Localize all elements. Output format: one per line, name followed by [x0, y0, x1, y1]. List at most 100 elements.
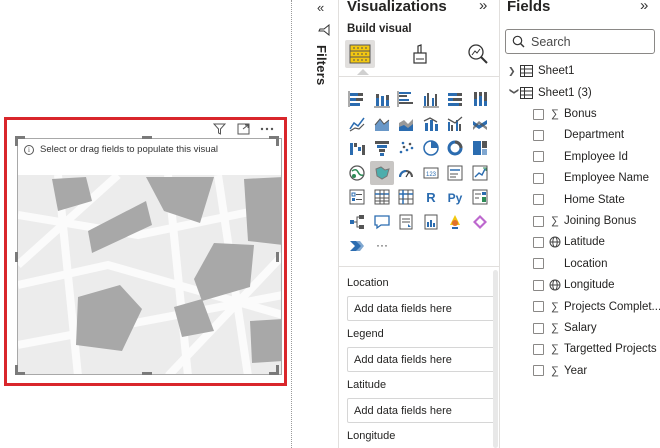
field-item[interactable]: Latitude — [533, 234, 605, 250]
gauge-icon[interactable] — [394, 161, 419, 186]
fields-search-input[interactable]: Search — [505, 29, 655, 54]
power-automate-icon[interactable] — [345, 234, 370, 259]
stacked-column-chart-icon[interactable] — [370, 87, 395, 112]
card-icon[interactable]: 123 — [419, 161, 444, 186]
field-checkbox[interactable] — [533, 215, 544, 227]
power-apps-icon[interactable] — [468, 210, 493, 235]
map-icon[interactable] — [345, 161, 370, 186]
field-item[interactable]: Home State — [533, 192, 625, 208]
resize-handle-right[interactable] — [276, 252, 279, 262]
field-checkbox[interactable] — [533, 151, 544, 163]
line-and-stacked-column-chart-icon[interactable] — [419, 112, 444, 137]
resize-handle-bottom-left-v[interactable] — [15, 365, 18, 375]
field-checkbox[interactable] — [533, 172, 544, 184]
field-item[interactable]: Employee Id — [533, 149, 628, 165]
field-checkbox[interactable] — [533, 194, 544, 206]
python-visual-icon[interactable]: Py — [443, 185, 468, 210]
field-item[interactable]: ∑ Projects Complet... — [533, 299, 660, 315]
multi-row-card-icon[interactable] — [443, 161, 468, 186]
matrix-icon[interactable] — [394, 185, 419, 210]
analytics-tab[interactable] — [463, 40, 493, 68]
field-item[interactable]: Department — [533, 127, 624, 143]
filters-label[interactable]: Filters — [314, 45, 329, 85]
field-item[interactable]: Location — [533, 256, 607, 272]
chevron-right-icon[interactable]: ❯ — [508, 66, 520, 77]
build-visual-label: Build visual — [347, 23, 412, 35]
well-label: Location — [347, 277, 389, 289]
field-checkbox[interactable] — [533, 129, 544, 141]
map-visual[interactable]: i Select or drag fields to populate this… — [4, 117, 287, 386]
resize-handle-bottom[interactable] — [142, 372, 152, 375]
field-checkbox[interactable] — [533, 322, 544, 334]
r-script-visual-icon[interactable]: R — [419, 185, 444, 210]
collapse-visualizations-button[interactable]: » — [479, 0, 487, 14]
resize-handle-left[interactable] — [15, 252, 18, 262]
filter-icon[interactable] — [212, 122, 226, 136]
build-visual-icon — [349, 44, 371, 64]
table-sheet1-3[interactable]: ❯ Sheet1 (3) — [508, 85, 592, 101]
field-checkbox[interactable] — [533, 236, 544, 248]
qa-visual-icon[interactable] — [370, 210, 395, 235]
filled-map-icon[interactable] — [369, 160, 394, 185]
clustered-column-chart-icon[interactable] — [419, 87, 444, 112]
field-item[interactable]: ∑ Targetted Projects — [533, 341, 657, 357]
well-drop-zone[interactable]: Add data fields here — [347, 296, 495, 321]
format-visual-tab[interactable] — [405, 40, 435, 68]
resize-handle-top-left-v[interactable] — [15, 136, 18, 146]
resize-handle-top-right-v[interactable] — [276, 136, 279, 146]
clustered-bar-chart-icon[interactable] — [394, 87, 419, 112]
key-influencers-icon[interactable] — [468, 185, 493, 210]
treemap-icon[interactable] — [468, 136, 493, 161]
more-options-icon[interactable] — [260, 122, 274, 136]
kpi-icon[interactable] — [468, 161, 493, 186]
stacked-area-chart-icon[interactable] — [394, 112, 419, 137]
chevron-down-icon[interactable]: ❯ — [509, 87, 520, 99]
field-item[interactable]: Longitude — [533, 277, 615, 293]
field-item[interactable]: ∑ Bonus — [533, 106, 597, 122]
build-visual-tab[interactable] — [345, 40, 375, 68]
field-checkbox[interactable] — [533, 365, 544, 377]
table-name: Sheet1 — [538, 65, 575, 77]
field-checkbox[interactable] — [533, 108, 544, 120]
visual-body[interactable]: i Select or drag fields to populate this… — [17, 138, 282, 375]
field-item[interactable]: ∑ Joining Bonus — [533, 213, 636, 229]
field-checkbox[interactable] — [533, 301, 544, 313]
table-sheet1[interactable]: ❯ Sheet1 — [508, 63, 574, 79]
report-canvas[interactable]: i Select or drag fields to populate this… — [0, 0, 292, 448]
field-item[interactable]: ∑ Salary — [533, 320, 597, 336]
table-icon[interactable] — [370, 185, 395, 210]
filters-pane-collapsed[interactable]: « Filters — [312, 0, 338, 448]
slicer-icon[interactable] — [345, 185, 370, 210]
ribbon-chart-icon[interactable] — [468, 112, 493, 137]
field-checkbox[interactable] — [533, 343, 544, 355]
line-and-clustered-column-chart-icon[interactable] — [443, 112, 468, 137]
area-chart-icon[interactable] — [370, 112, 395, 137]
smart-narrative-icon[interactable] — [394, 210, 419, 235]
paginated-report-icon[interactable] — [419, 210, 444, 235]
scatter-chart-icon[interactable] — [394, 136, 419, 161]
well-drop-zone[interactable]: Add data fields here — [347, 347, 495, 372]
field-checkbox[interactable] — [533, 279, 544, 291]
focus-mode-icon[interactable] — [236, 122, 250, 136]
resize-handle-top[interactable] — [142, 136, 152, 139]
wells-scrollbar[interactable] — [493, 270, 498, 448]
azure-map-icon[interactable] — [443, 210, 468, 235]
decomposition-tree-icon[interactable] — [345, 210, 370, 235]
100-stacked-bar-chart-icon[interactable] — [443, 87, 468, 112]
waterfall-chart-icon[interactable] — [345, 136, 370, 161]
funnel-chart-icon[interactable] — [370, 136, 395, 161]
analytics-icon — [468, 44, 488, 64]
expand-filters-button[interactable]: « — [317, 0, 324, 15]
well-drop-zone[interactable]: Add data fields here — [347, 398, 495, 423]
collapse-fields-button[interactable]: » — [640, 0, 648, 14]
stacked-bar-chart-icon[interactable] — [345, 87, 370, 112]
resize-handle-bottom-right-v[interactable] — [276, 365, 279, 375]
field-item[interactable]: Employee Name — [533, 170, 649, 186]
donut-chart-icon[interactable] — [443, 136, 468, 161]
pie-chart-icon[interactable] — [419, 136, 444, 161]
more-visuals-icon[interactable]: ··· — [370, 234, 395, 259]
100-stacked-column-chart-icon[interactable] — [468, 87, 493, 112]
field-checkbox[interactable] — [533, 258, 544, 270]
line-chart-icon[interactable] — [345, 112, 370, 137]
field-item[interactable]: ∑ Year — [533, 363, 587, 379]
